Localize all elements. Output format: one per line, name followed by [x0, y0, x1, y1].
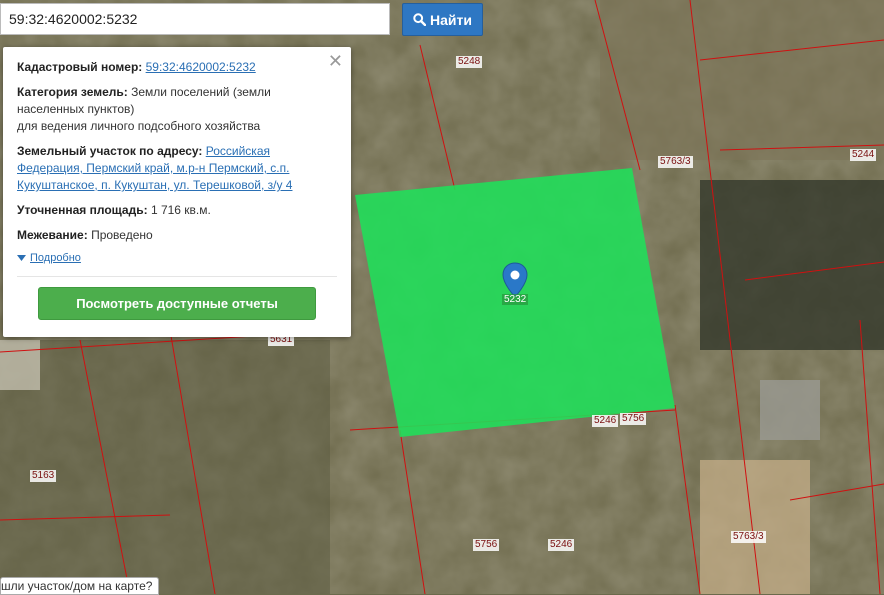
area-row: Уточненная площадь: 1 716 кв.м.: [17, 202, 337, 219]
parcel-label: 5244: [850, 149, 877, 161]
selected-parcel-label: 5232: [502, 294, 529, 305]
survey-label: Межевание:: [17, 228, 88, 242]
search-button-label: Найти: [430, 11, 472, 28]
area-value: 1 716 кв.м.: [150, 203, 211, 217]
parcel-label: 5763/3: [731, 531, 766, 543]
parcel-label: 5163: [30, 470, 57, 482]
address-label: Земельный участок по адресу:: [17, 144, 203, 158]
parcel-label: 5246: [592, 415, 619, 427]
survey-row: Межевание: Проведено: [17, 227, 337, 244]
details-toggle[interactable]: Подробно: [17, 252, 337, 264]
address-row: Земельный участок по адресу: Российская …: [17, 143, 337, 194]
view-reports-button[interactable]: Посмотреть доступные отчеты: [38, 287, 316, 320]
details-link[interactable]: Подробно: [30, 252, 81, 264]
land-use-value: для ведения личного подсобного хозяйства: [17, 119, 261, 133]
cadastral-search-input[interactable]: [0, 3, 390, 35]
divider: [17, 276, 337, 277]
search-icon: [413, 13, 427, 26]
parcel-label: 5248: [456, 56, 483, 68]
parcel-info-card: ✕ Кадастровый номер: 59:32:4620002:5232 …: [3, 47, 351, 337]
caret-down-icon: [17, 255, 26, 261]
survey-value: Проведено: [91, 228, 153, 242]
land-category-label: Категория земель:: [17, 85, 128, 99]
cadastral-number-label: Кадастровый номер:: [17, 60, 143, 74]
parcel-label: 5756: [473, 539, 500, 551]
cadastral-number-link[interactable]: 59:32:4620002:5232: [146, 60, 256, 74]
area-label: Уточненная площадь:: [17, 203, 148, 217]
help-hint[interactable]: шли участок/дом на карте?: [0, 577, 160, 595]
close-icon[interactable]: ✕: [328, 51, 343, 72]
parcel-label: 5246: [548, 539, 575, 551]
parcel-label: 5756: [620, 413, 647, 425]
land-category-row: Категория земель: Земли поселений (земли…: [17, 84, 337, 135]
search-button[interactable]: Найти: [402, 3, 483, 36]
parcel-label: 5763/3: [658, 156, 693, 168]
cadastral-number-row: Кадастровый номер: 59:32:4620002:5232: [17, 59, 337, 76]
map-pin-icon[interactable]: [502, 262, 528, 298]
